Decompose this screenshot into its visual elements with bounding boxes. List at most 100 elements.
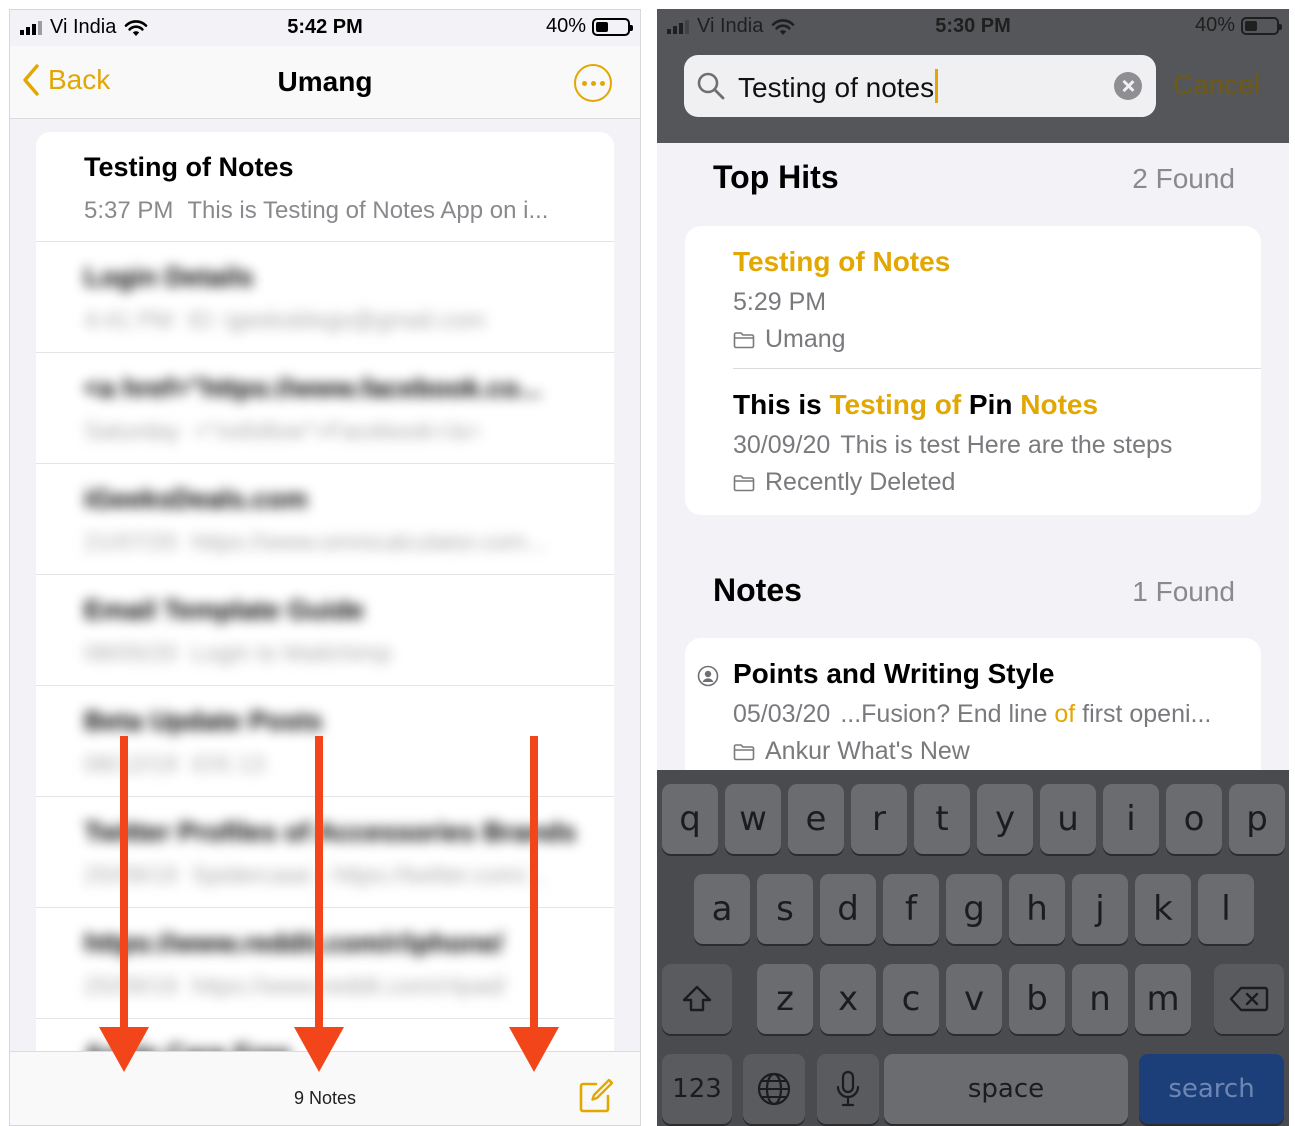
note-title: Testing of Notes [84,152,294,182]
navigation-bar: Back Umang [10,46,640,119]
note-preview: ID: igeeksblogs@gmail.com [187,307,486,334]
space-key[interactable]: space [884,1054,1128,1124]
note-title: Beta Update Posts [84,706,323,736]
notes-section-count: 1 Found [1132,576,1235,607]
key-w[interactable]: w [725,784,781,854]
result-date: 5:29 PM [733,288,827,316]
notes-count: 9 Notes [293,1088,357,1108]
note-list-item[interactable]: Login Details 4:41 PM ID: igeeksblogs@gmai… [36,242,614,353]
result-folder: Ankur What's New [733,737,1261,766]
key-n[interactable]: n [1072,964,1128,1034]
backspace-key[interactable] [1214,964,1284,1034]
key-t[interactable]: t [914,784,970,854]
battery-group: 40% [545,15,633,38]
search-screen: Vi India 5:30 PM 40% Testing of notes Ca… [657,9,1289,1126]
key-x[interactable]: x [820,964,876,1034]
result-title: Testing of Notes [733,246,1261,278]
key-u[interactable]: u [1040,784,1096,854]
ellipsis-icon [581,80,587,86]
key-g[interactable]: g [946,874,1002,944]
key-m[interactable]: m [1135,964,1191,1034]
note-list-item[interactable]: Email Template Guide 08/05/20 Login to Mai… [36,575,614,686]
numbers-key[interactable]: 123 [662,1054,732,1124]
notes-section-heading: Notes [713,572,802,608]
more-options-button[interactable] [574,64,612,102]
note-list-item[interactable]: <a href="https://www.facebook.co... Satur… [36,353,614,464]
top-hit-result[interactable]: This is Testing of Pin Notes 30/09/20 This… [685,369,1261,515]
folder-name: Umang [765,325,846,353]
key-a[interactable]: a [694,874,750,944]
search-input[interactable]: Testing of notes [738,69,939,104]
folder-name: Recently Deleted [765,468,956,496]
note-preview: https://www.omnicalculator.com... [191,529,547,556]
microphone-icon [836,1070,860,1107]
note-list-item[interactable]: Testing of Notes 5:37 PM This is Testing o… [36,132,614,242]
key-p[interactable]: p [1229,784,1285,854]
key-s[interactable]: s [757,874,813,944]
top-hits-heading: Top Hits [713,159,839,195]
key-r[interactable]: r [851,784,907,854]
note-title: Twitter Profiles of Accessories Brands [84,817,577,847]
key-o[interactable]: o [1166,784,1222,854]
note-subtitle: 25/09/19 https://www.reddit.com/r/ipad/ [84,973,614,1001]
note-title: https://www.reddit.com/r/iphone/ [84,928,504,958]
result-folder: Recently Deleted [733,468,1261,497]
note-subtitle: Saturday <"nofollow">Facebook</a> [84,418,614,446]
note-date: 25/09/19 [84,973,178,1000]
key-j[interactable]: j [1072,874,1128,944]
note-preview: This is Testing of Notes App on i... [187,197,549,224]
result-subtitle: 30/09/20 This is test Here are the steps [733,431,1261,460]
battery-percent: 40% [545,15,586,37]
battery-group: 40% [1194,14,1282,37]
key-l[interactable]: l [1198,874,1254,944]
note-list-item[interactable]: https://www.reddit.com/r/iphone/25/09/19… [36,908,614,1019]
globe-key[interactable] [743,1054,805,1124]
top-hit-result[interactable]: Testing of Notes 5:29 PM Umang [685,226,1261,368]
key-q[interactable]: q [662,784,718,854]
preview-text: first openi... [1075,700,1212,728]
key-b[interactable]: b [1009,964,1065,1034]
notes-section-header: Notes 1 Found [713,572,1235,609]
battery-percent: 40% [1194,14,1235,36]
cancel-button[interactable]: Cancel [1173,69,1260,101]
key-c[interactable]: c [883,964,939,1034]
key-v[interactable]: v [946,964,1002,1034]
search-key[interactable]: search [1139,1054,1284,1124]
note-subtitle: 25/09/19 Spidercase - https://twitter.com… [84,862,614,890]
key-y[interactable]: y [977,784,1033,854]
note-result[interactable]: Points and Writing Style 05/03/20 ...Fusio… [685,638,1261,766]
folder-icon [733,331,755,348]
note-subtitle: 08/05/20 Login to Mailchimp [84,640,614,668]
key-h[interactable]: h [1009,874,1065,944]
top-hits-header: Top Hits 2 Found [713,159,1235,196]
note-list-item[interactable]: Beta Update Posts 08/12/19 iOS 13 [36,686,614,797]
key-e[interactable]: e [788,784,844,854]
search-bar[interactable]: Testing of notes [684,55,1156,117]
key-i[interactable]: i [1103,784,1159,854]
note-date: 08/12/19 [84,751,178,778]
key-d[interactable]: d [820,874,876,944]
search-header: Vi India 5:30 PM 40% Testing of notes Ca… [657,9,1289,143]
text-cursor [935,69,939,103]
result-title: This is Testing of Pin Notes [733,389,1261,421]
highlighted-match: of [1054,700,1076,728]
keyboard: q w e r t y u i o p a s d f g h j k l z x c v b n m 123 space search [657,770,1289,1126]
note-list-item[interactable]: Twitter Profiles of Accessories Brands 25… [36,797,614,908]
compose-icon[interactable] [578,1078,614,1114]
note-preview: <"nofollow">Facebook</a> [194,418,481,445]
key-k[interactable]: k [1135,874,1191,944]
note-list-item[interactable]: iGeeksDeals.com 21/07/20 https://www.omnic… [36,464,614,575]
result-title: Points and Writing Style [733,658,1055,689]
dictation-key[interactable] [817,1054,879,1124]
key-z[interactable]: z [757,964,813,1034]
clear-search-icon[interactable] [1114,72,1142,100]
highlighted-match: Testing of [829,389,962,420]
globe-icon [757,1072,791,1106]
key-f[interactable]: f [883,874,939,944]
note-date: Saturday [84,418,181,445]
shift-key[interactable] [662,964,732,1034]
note-title: Email Template Guide [84,595,365,625]
note-subtitle: 5:37 PM This is Testing of Notes App on i… [84,197,614,225]
note-preview: Spidercase - https://twitter.com/... [191,862,547,889]
top-hits-count: 2 Found [1132,163,1235,194]
